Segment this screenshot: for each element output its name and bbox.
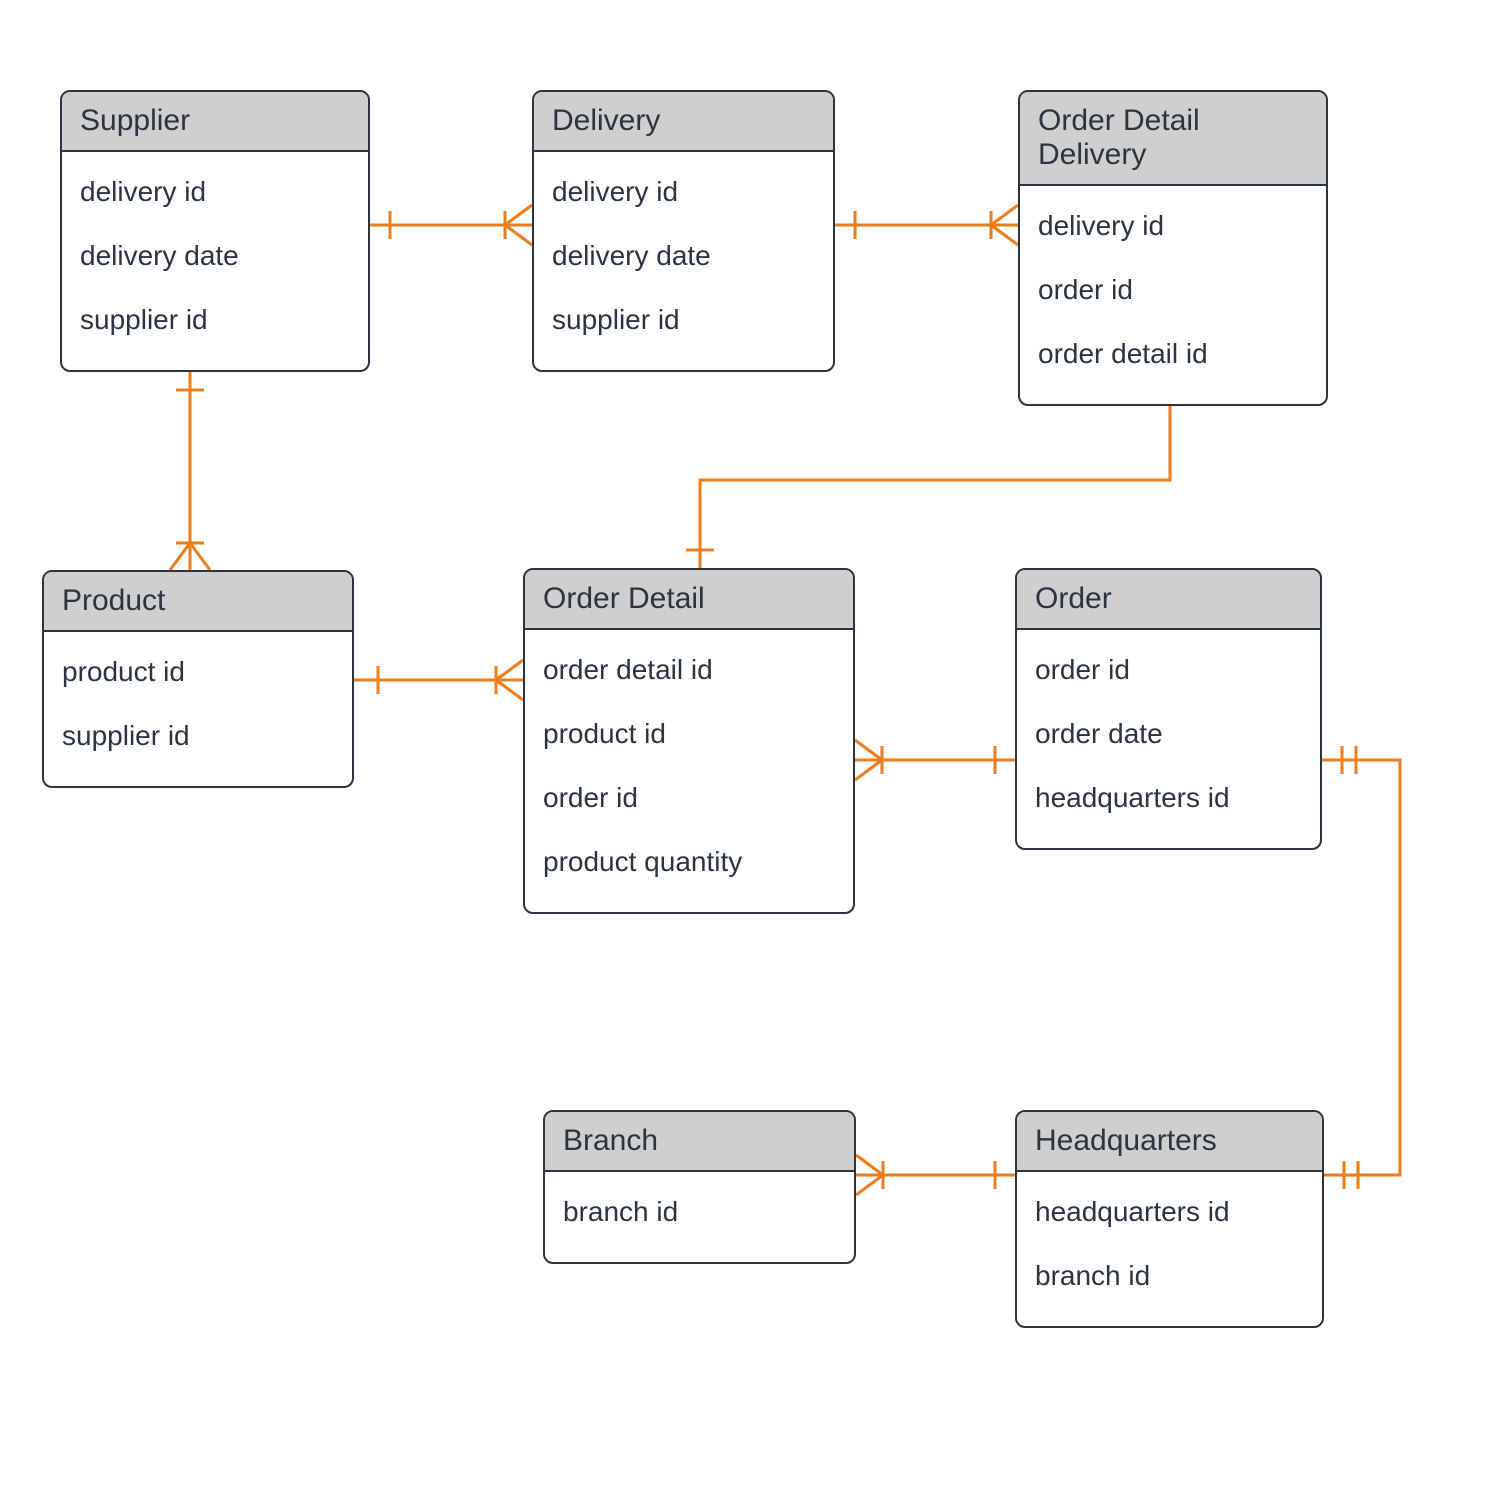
field: delivery id [552, 160, 815, 224]
field: delivery date [552, 224, 815, 288]
entity-title: Headquarters [1017, 1112, 1322, 1172]
field: order detail id [1038, 322, 1308, 386]
field: headquarters id [1035, 1180, 1304, 1244]
entity-fields: delivery id delivery date supplier id [534, 152, 833, 370]
entity-delivery[interactable]: Delivery delivery id delivery date suppl… [532, 90, 835, 372]
entity-supplier[interactable]: Supplier delivery id delivery date suppl… [60, 90, 370, 372]
entity-fields: product id supplier id [44, 632, 352, 786]
field: order date [1035, 702, 1302, 766]
entity-fields: headquarters id branch id [1017, 1172, 1322, 1326]
field: delivery id [80, 160, 350, 224]
field: delivery date [80, 224, 350, 288]
entity-title: Supplier [62, 92, 368, 152]
entity-order-detail[interactable]: Order Detail order detail id product id … [523, 568, 855, 914]
entity-title: Order Detail Delivery [1020, 92, 1326, 186]
field: order id [1038, 258, 1308, 322]
entity-title: Product [44, 572, 352, 632]
field: branch id [1035, 1244, 1304, 1308]
field: product id [543, 702, 835, 766]
entity-fields: order detail id product id order id prod… [525, 630, 853, 912]
field: supplier id [552, 288, 815, 352]
entity-order-detail-delivery[interactable]: Order Detail Delivery delivery id order … [1018, 90, 1328, 406]
entity-fields: branch id [545, 1172, 854, 1262]
entity-title: Order Detail [525, 570, 853, 630]
field: branch id [563, 1180, 836, 1244]
field: supplier id [62, 704, 334, 768]
field: product id [62, 640, 334, 704]
field: product quantity [543, 830, 835, 894]
entity-fields: delivery id order id order detail id [1020, 186, 1326, 404]
field: headquarters id [1035, 766, 1302, 830]
field: supplier id [80, 288, 350, 352]
entity-title: Branch [545, 1112, 854, 1172]
entity-title: Order [1017, 570, 1320, 630]
entity-branch[interactable]: Branch branch id [543, 1110, 856, 1264]
entity-fields: order id order date headquarters id [1017, 630, 1320, 848]
entity-fields: delivery id delivery date supplier id [62, 152, 368, 370]
field: order id [543, 766, 835, 830]
entity-order[interactable]: Order order id order date headquarters i… [1015, 568, 1322, 850]
field: order id [1035, 638, 1302, 702]
field: order detail id [543, 638, 835, 702]
field: delivery id [1038, 194, 1308, 258]
entity-title: Delivery [534, 92, 833, 152]
entity-headquarters[interactable]: Headquarters headquarters id branch id [1015, 1110, 1324, 1328]
entity-product[interactable]: Product product id supplier id [42, 570, 354, 788]
